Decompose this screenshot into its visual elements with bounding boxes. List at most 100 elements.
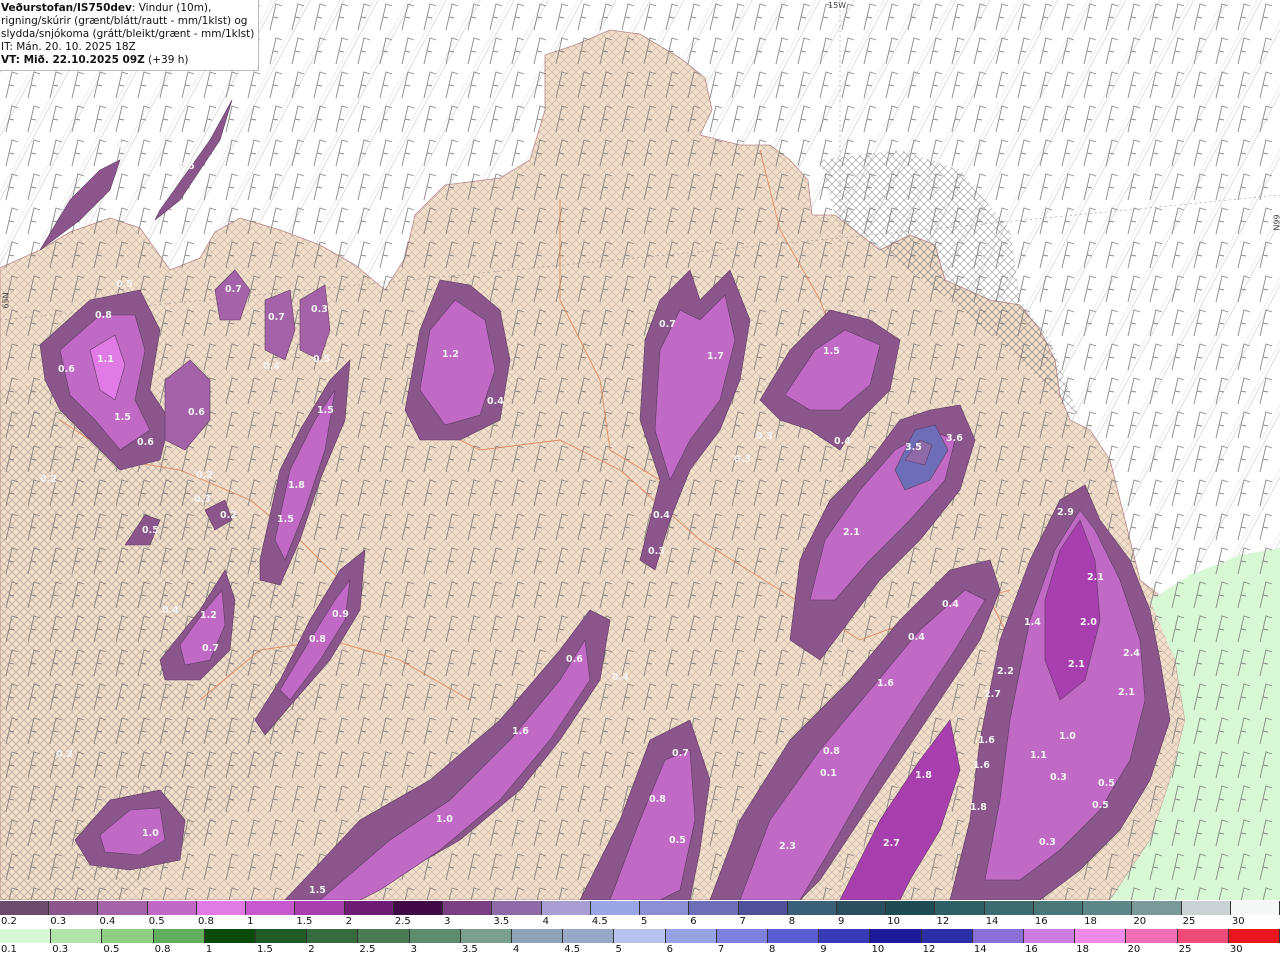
svg-text:1.2: 1.2 — [200, 610, 217, 621]
svg-text:2.2: 2.2 — [997, 666, 1014, 677]
legend_rain-label: 2.5 — [359, 944, 376, 955]
svg-text:0.4: 0.4 — [612, 672, 629, 683]
legend_rain-label: 0.8 — [154, 944, 171, 955]
variable-desc: : Vindur (10m), — [131, 2, 212, 14]
legend_snow-label: 16 — [1034, 916, 1048, 927]
svg-text:0.8: 0.8 — [823, 746, 840, 757]
legend_snow-swatch — [541, 901, 591, 915]
svg-text:0.3: 0.3 — [734, 454, 751, 465]
legend_snow-swatch — [147, 901, 197, 915]
legend_snow-label: 0.4 — [99, 916, 116, 927]
legend_snow-label: 30 — [1231, 916, 1245, 927]
legend_rain-swatch — [102, 929, 154, 943]
legend_rain-swatch — [972, 929, 1025, 943]
legend_rain-label: 9 — [820, 944, 827, 955]
svg-text:0.3: 0.3 — [756, 431, 773, 442]
valid-time-line: VT: Mið. 22.10.2025 09Z (+39 h) — [1, 54, 254, 67]
svg-text:2.7: 2.7 — [883, 838, 900, 849]
svg-text:0.5: 0.5 — [116, 279, 133, 290]
legend_snow-swatch — [689, 901, 739, 915]
svg-text:2.9: 2.9 — [1057, 507, 1074, 518]
svg-text:0.5: 0.5 — [142, 525, 159, 536]
svg-text:1.6: 1.6 — [978, 735, 995, 746]
legend_snow-label: 18 — [1084, 916, 1097, 927]
longitude-label: 15W — [828, 1, 847, 10]
legend_snow-label: 25 — [1182, 916, 1196, 927]
info-line-2: rigning/skúrir (grænt/blátt/rautt - mm/1… — [1, 15, 248, 27]
legend_rain-swatch — [1024, 929, 1076, 943]
svg-text:0.4: 0.4 — [162, 605, 179, 616]
svg-text:2.7: 2.7 — [984, 689, 1001, 700]
legend_snow-swatch — [590, 901, 641, 915]
svg-text:0.2: 0.2 — [196, 470, 213, 481]
legend_rain-label: 1 — [205, 944, 213, 955]
svg-text:0.3: 0.3 — [1039, 837, 1056, 848]
svg-text:0.4: 0.4 — [263, 361, 280, 372]
weather-map[interactable]: 0.4 0.5 0.5 0.8 0.6 1.1 1.5 0.6 0.6 0.2 … — [0, 0, 1280, 900]
svg-text:0.2: 0.2 — [56, 749, 73, 760]
svg-text:0.6: 0.6 — [188, 407, 205, 418]
legend_snow-swatch — [935, 901, 985, 915]
svg-text:2.0: 2.0 — [1080, 617, 1097, 628]
svg-text:2.1: 2.1 — [1118, 687, 1135, 698]
legend_snow-label: 5 — [641, 916, 648, 927]
legend_rain-label: 2 — [308, 944, 315, 955]
legend_rain-label: 0.3 — [52, 944, 69, 955]
legend_rain-label: 30 — [1229, 944, 1243, 955]
svg-text:1.1: 1.1 — [1030, 750, 1047, 761]
legend_rain-label: 0.1 — [1, 944, 17, 955]
legend_rain-swatch — [716, 929, 769, 943]
legend_snow-label: 3 — [444, 916, 451, 927]
rain-legend: 0.1 0.3 0.5 0.8 1 1.5 2 2.5 3 3.5 4 4.5 5 6 7 8 9 10 12 14 1… — [0, 929, 1280, 958]
svg-text:0.2: 0.2 — [40, 474, 57, 485]
legend_rain-swatch — [409, 929, 461, 943]
legend_snow-swatch — [836, 901, 887, 915]
legend_snow-label: 10 — [887, 916, 900, 927]
legend_snow-label: 0.5 — [148, 916, 165, 927]
svg-text:0.7: 0.7 — [672, 748, 689, 759]
svg-text:0.4: 0.4 — [487, 396, 504, 407]
legend_snow-swatch — [1033, 901, 1084, 915]
snow-color-bar — [0, 901, 1280, 915]
legend_rain-swatch — [921, 929, 973, 943]
issue-time: IT: Mán. 20. 10. 2025 18Z — [1, 41, 136, 53]
svg-text:1.4: 1.4 — [1024, 617, 1041, 628]
svg-text:0.5: 0.5 — [313, 354, 330, 365]
svg-text:0.5: 0.5 — [1098, 778, 1115, 789]
legend_snow-swatch — [295, 901, 345, 915]
svg-text:2.3: 2.3 — [779, 841, 796, 852]
svg-text:1.6: 1.6 — [512, 726, 529, 737]
legend_rain-swatch — [1177, 929, 1229, 943]
legend_rain-label: 8 — [769, 944, 776, 955]
svg-text:0.4: 0.4 — [834, 436, 851, 447]
legend_snow-swatch — [344, 901, 394, 915]
svg-text:1.5: 1.5 — [309, 885, 326, 896]
legend_snow-swatch — [787, 901, 837, 915]
svg-text:1.0: 1.0 — [142, 828, 159, 839]
svg-text:0.3: 0.3 — [311, 304, 328, 315]
rain-legend-labels: 0.1 0.3 0.5 0.8 1 1.5 2 2.5 3 3.5 4 4.5 5 6 7 8 9 10 12 14 1… — [0, 943, 1280, 958]
svg-text:2.1: 2.1 — [843, 527, 860, 538]
legend_snow-label: 4 — [542, 916, 549, 927]
svg-text:1.8: 1.8 — [970, 802, 987, 813]
legend_snow-label: 14 — [985, 916, 999, 927]
svg-text:0.9: 0.9 — [332, 609, 349, 620]
legend_rain-swatch — [563, 929, 615, 943]
lead-time: (+39 h) — [148, 54, 189, 66]
legend_snow-swatch — [0, 901, 50, 915]
legend_rain-swatch — [870, 929, 922, 943]
legend_snow-label: 0.2 — [1, 916, 17, 927]
svg-text:0.3: 0.3 — [1050, 772, 1067, 783]
latitude-label-right: 66N — [1271, 214, 1280, 231]
svg-text:1.8: 1.8 — [288, 480, 305, 491]
svg-text:1.0: 1.0 — [436, 814, 453, 825]
legend_rain-swatch — [614, 929, 666, 943]
info-line-3: slydda/snjókoma (grátt/bleikt/grænt - mm… — [1, 28, 255, 40]
legend_snow-label: 12 — [936, 916, 950, 927]
legend_snow-swatch — [1230, 901, 1280, 915]
legend_snow-label: 2.5 — [394, 916, 411, 927]
legend_snow-label: 1.5 — [296, 916, 313, 927]
legend_rain-swatch — [307, 929, 359, 943]
legend_rain-label: 3.5 — [461, 944, 478, 955]
legend_snow-swatch — [98, 901, 148, 915]
